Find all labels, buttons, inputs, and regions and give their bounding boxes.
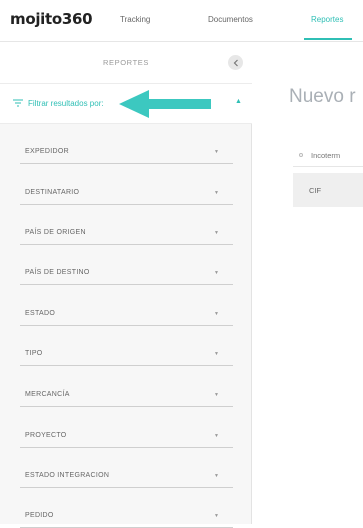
field-label: PEDIDO — [25, 512, 54, 519]
app-logo[interactable]: mojito360 — [10, 10, 93, 28]
caret-down-icon: ▼ — [214, 433, 219, 439]
incoterm-option-row[interactable]: CIF — [293, 173, 363, 207]
filter-field-proyecto[interactable]: PROYECTO ▼ — [20, 426, 233, 448]
incoterm-label: Incoterm — [311, 151, 341, 160]
sidebar-title: REPORTES — [103, 58, 149, 67]
divider — [293, 166, 363, 167]
incoterm-value: CIF — [309, 186, 322, 195]
page-title: Nuevo r — [289, 86, 356, 107]
field-label: PAÍS DE ORIGEN — [25, 229, 86, 236]
nav-tab-documentos[interactable]: Documentos — [208, 15, 253, 24]
caret-down-icon: ▼ — [214, 311, 219, 317]
filter-label: Filtrar resultados por: — [28, 99, 104, 108]
annotation-arrow — [119, 90, 211, 118]
filter-lines-icon — [13, 99, 23, 107]
reports-sidebar: REPORTES Filtrar resultados por: ▲ EXPED… — [0, 42, 252, 528]
sidebar-header: REPORTES — [0, 42, 252, 84]
field-label: ESTADO INTEGRACION — [25, 472, 110, 479]
field-label: MERCANCÍA — [25, 391, 70, 398]
filter-field-estado[interactable]: ESTADO ▼ — [20, 304, 233, 326]
caret-down-icon: ▼ — [214, 270, 219, 276]
filter-field-tipo[interactable]: TIPO ▼ — [20, 344, 233, 366]
filter-field-pedido[interactable]: PEDIDO ▼ — [20, 506, 233, 528]
filter-field-pais-origen[interactable]: PAÍS DE ORIGEN ▼ — [20, 223, 233, 245]
collapse-sidebar-button[interactable] — [228, 55, 243, 70]
chevron-left-icon — [233, 59, 238, 66]
field-label: EXPEDIDOR — [25, 148, 69, 155]
field-label: DESTINATARIO — [25, 189, 80, 196]
field-label: TIPO — [25, 350, 43, 357]
caret-down-icon: ▼ — [214, 473, 219, 479]
filter-field-pais-destino[interactable]: PAÍS DE DESTINO ▼ — [20, 263, 233, 285]
filter-field-expedidor[interactable]: EXPEDIDOR ▼ — [20, 142, 233, 164]
filter-field-estado-integracion[interactable]: ESTADO INTEGRACION ▼ — [20, 466, 233, 488]
caret-down-icon: ▼ — [214, 392, 219, 398]
field-label: PAÍS DE DESTINO — [25, 269, 90, 276]
caret-up-icon: ▲ — [235, 98, 242, 105]
caret-down-icon: ▼ — [214, 351, 219, 357]
nav-tab-tracking[interactable]: Tracking — [120, 15, 150, 24]
top-nav-bar: mojito360 Tracking Documentos Reportes — [0, 0, 363, 42]
filter-field-mercancia[interactable]: MERCANCÍA ▼ — [20, 385, 233, 407]
caret-down-icon: ▼ — [214, 513, 219, 519]
caret-down-icon: ▼ — [214, 230, 219, 236]
caret-down-icon: ▼ — [214, 190, 219, 196]
active-tab-indicator — [304, 38, 352, 40]
caret-down-icon: ▼ — [214, 149, 219, 155]
main-content: Nuevo r Incoterm CIF — [253, 42, 363, 524]
field-label: ESTADO — [25, 310, 56, 317]
filter-field-destinatario[interactable]: DESTINATARIO ▼ — [20, 183, 233, 205]
field-label: PROYECTO — [25, 432, 67, 439]
incoterm-icon — [299, 153, 303, 157]
nav-tab-reportes[interactable]: Reportes — [311, 15, 343, 24]
